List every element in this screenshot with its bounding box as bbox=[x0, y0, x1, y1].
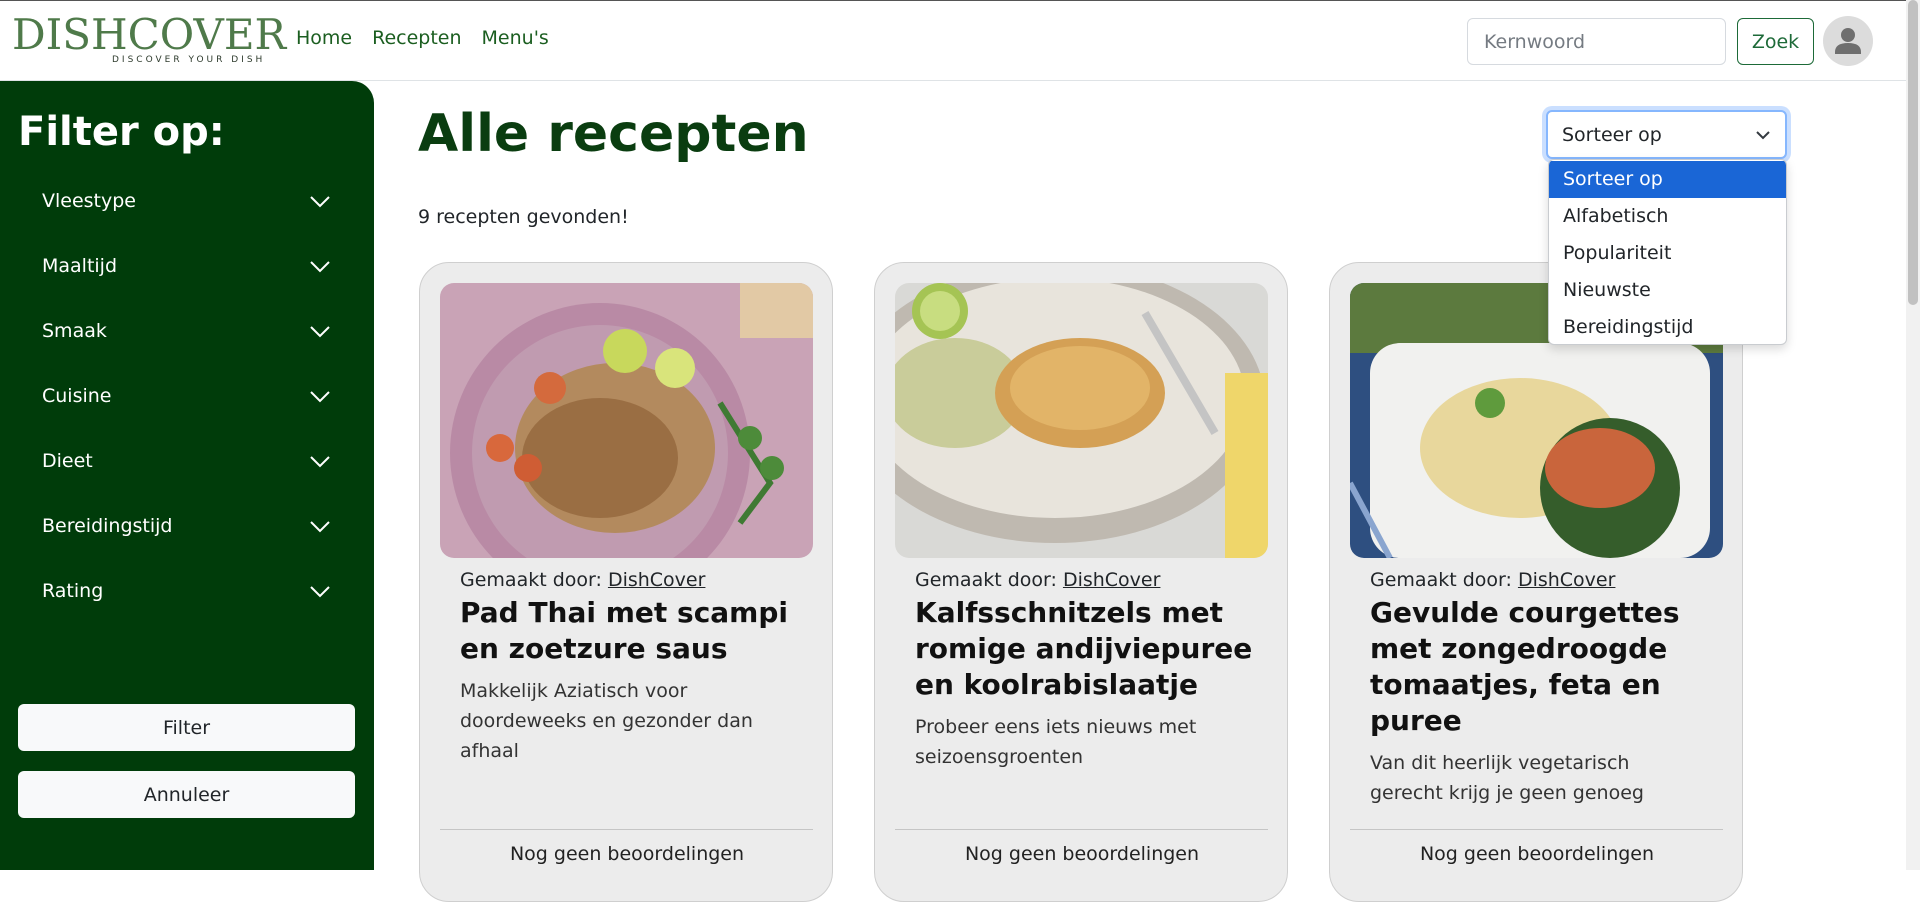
author-link[interactable]: DishCover bbox=[608, 569, 706, 591]
sort-select[interactable]: Sorteer op bbox=[1546, 110, 1787, 159]
nav-link-recepten[interactable]: Recepten bbox=[372, 27, 461, 49]
chevron-down-icon bbox=[310, 521, 330, 533]
filter-label: Rating bbox=[42, 580, 104, 602]
sort-option-populariteit[interactable]: Populariteit bbox=[1549, 235, 1786, 272]
filter-label: Smaak bbox=[42, 320, 107, 342]
chevron-down-icon bbox=[310, 326, 330, 338]
search-button[interactable]: Zoek bbox=[1737, 18, 1814, 65]
sort-option-bereidingstijd[interactable]: Bereidingstijd bbox=[1549, 309, 1786, 344]
sort-option-nieuwste[interactable]: Nieuwste bbox=[1549, 272, 1786, 309]
card-divider bbox=[1350, 829, 1723, 830]
brand-name: DISHCOVER bbox=[12, 10, 287, 59]
filter-label: Dieet bbox=[42, 450, 93, 472]
recipe-card[interactable]: Gemaakt door: DishCover Kalfsschnitzels … bbox=[874, 262, 1288, 902]
filter-rating[interactable]: Rating bbox=[42, 576, 332, 606]
chevron-down-icon bbox=[310, 391, 330, 403]
chevron-down-icon bbox=[1756, 130, 1770, 139]
card-description: Makkelijk Aziatisch voor doordeweeks en … bbox=[460, 680, 753, 762]
sort-dropdown-menu: Sorteer op Alfabetisch Populariteit Nieu… bbox=[1548, 159, 1787, 345]
brand-tagline: DISCOVER YOUR DISH bbox=[112, 55, 266, 65]
user-avatar[interactable] bbox=[1823, 16, 1873, 66]
filter-dieet[interactable]: Dieet bbox=[42, 446, 332, 476]
author-link[interactable]: DishCover bbox=[1063, 569, 1161, 591]
result-count: 9 recepten gevonden! bbox=[418, 206, 629, 228]
card-title[interactable]: Gevulde courgettes met zongedroogde toma… bbox=[1370, 595, 1710, 739]
author-prefix: Gemaakt door: bbox=[460, 569, 608, 591]
nav-link-home[interactable]: Home bbox=[296, 27, 352, 49]
card-rating: Nog geen beoordelingen bbox=[964, 843, 1200, 865]
card-author: Gemaakt door: DishCover bbox=[1370, 569, 1615, 591]
scrollbar-thumb[interactable] bbox=[1908, 0, 1918, 305]
filter-cuisine[interactable]: Cuisine bbox=[42, 381, 332, 411]
card-description: Probeer eens iets nieuws met seizoensgro… bbox=[915, 716, 1197, 768]
brand-logo[interactable]: DISHCOVER DISCOVER YOUR DISH bbox=[12, 10, 287, 66]
cancel-button[interactable]: Annuleer bbox=[18, 771, 355, 818]
card-author: Gemaakt door: DishCover bbox=[915, 569, 1160, 591]
author-link[interactable]: DishCover bbox=[1518, 569, 1616, 591]
filter-label: Bereidingstijd bbox=[42, 515, 173, 537]
sort-option-alfabetisch[interactable]: Alfabetisch bbox=[1549, 198, 1786, 235]
filter-button[interactable]: Filter bbox=[18, 704, 355, 751]
card-rating: Nog geen beoordelingen bbox=[509, 843, 745, 865]
filter-vleestype[interactable]: Vleestype bbox=[42, 186, 332, 216]
sort-option-sorteer-op[interactable]: Sorteer op bbox=[1549, 161, 1786, 198]
sidebar-title: Filter op: bbox=[18, 109, 225, 155]
page-title: Alle recepten bbox=[418, 104, 809, 164]
page-scrollbar[interactable] bbox=[1906, 0, 1920, 870]
filter-bereidingstijd[interactable]: Bereidingstijd bbox=[42, 511, 332, 541]
chevron-down-icon bbox=[310, 456, 330, 468]
recipe-card[interactable]: Gemaakt door: DishCover Pad Thai met sca… bbox=[419, 262, 833, 902]
recipe-card[interactable]: Gemaakt door: DishCover Gevulde courgett… bbox=[1329, 262, 1743, 902]
recipe-image-kalfsschnitzels[interactable] bbox=[895, 283, 1268, 558]
chevron-down-icon bbox=[310, 261, 330, 273]
card-divider bbox=[440, 829, 813, 830]
filter-smaak[interactable]: Smaak bbox=[42, 316, 332, 346]
filter-label: Maaltijd bbox=[42, 255, 118, 277]
pad-thai-photo bbox=[440, 283, 813, 558]
card-rating: Nog geen beoordelingen bbox=[1419, 843, 1655, 865]
card-description: Van dit heerlijk vegetarisch gerecht kri… bbox=[1370, 752, 1644, 804]
sort-selected-label: Sorteer op bbox=[1562, 123, 1662, 146]
chevron-down-icon bbox=[310, 586, 330, 598]
filter-sidebar: Filter op: Vleestype Maaltijd Smaak Cuis… bbox=[0, 81, 374, 870]
author-prefix: Gemaakt door: bbox=[915, 569, 1063, 591]
card-title[interactable]: Pad Thai met scampi en zoetzure saus bbox=[460, 595, 800, 667]
card-divider bbox=[895, 829, 1268, 830]
author-prefix: Gemaakt door: bbox=[1370, 569, 1518, 591]
filter-label: Vleestype bbox=[42, 190, 136, 212]
nav-links: Home Recepten Menu's bbox=[296, 27, 549, 49]
search-input[interactable] bbox=[1467, 18, 1726, 65]
navbar: DISHCOVER DISCOVER YOUR DISH Home Recept… bbox=[0, 0, 1920, 81]
chevron-down-icon bbox=[310, 196, 330, 208]
card-author: Gemaakt door: DishCover bbox=[460, 569, 705, 591]
nav-link-menus[interactable]: Menu's bbox=[482, 27, 549, 49]
user-icon bbox=[1835, 28, 1861, 54]
card-title[interactable]: Kalfsschnitzels met romige andijviepuree… bbox=[915, 595, 1255, 703]
filter-label: Cuisine bbox=[42, 385, 112, 407]
kalfsschnitzels-photo bbox=[895, 283, 1268, 558]
recipe-image-pad-thai[interactable] bbox=[440, 283, 813, 558]
filter-maaltijd[interactable]: Maaltijd bbox=[42, 251, 332, 281]
